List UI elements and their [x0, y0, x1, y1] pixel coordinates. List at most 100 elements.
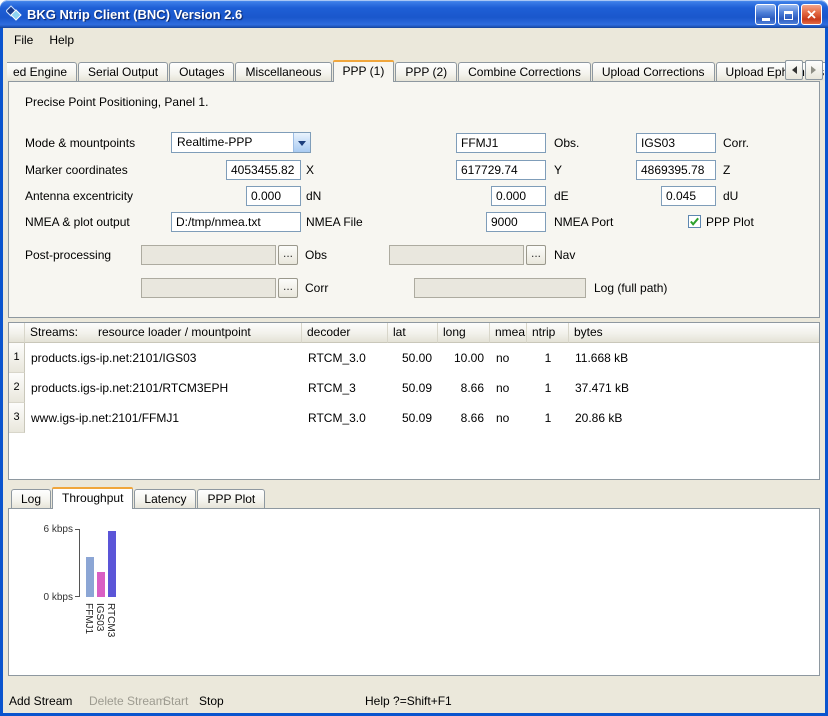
ppp-panel-1: Precise Point Positioning, Panel 1. Mode… — [8, 81, 820, 318]
bytes-column-header[interactable]: bytes — [569, 323, 819, 343]
x-axis-label-igs03: IGS03 — [94, 603, 105, 631]
tab-feed-engine[interactable]: ed Engine — [7, 62, 77, 81]
row-number-header: 3 — [9, 403, 25, 433]
tab-ppp-2[interactable]: PPP (2) — [395, 62, 457, 81]
post-nav-label: Nav — [554, 245, 575, 265]
lat-column-header[interactable]: lat — [388, 323, 438, 343]
minimize-button[interactable] — [755, 4, 776, 25]
chevron-down-icon — [298, 141, 306, 150]
table-row[interactable]: 2 products.igs-ip.net:2101/RTCM3EPH RTCM… — [9, 373, 819, 403]
decoder-column-header[interactable]: decoder — [302, 323, 388, 343]
ntrip-column-header[interactable]: ntrip — [527, 323, 569, 343]
nmea-port-field[interactable] — [486, 212, 546, 232]
post-corr-label: Corr — [305, 278, 328, 298]
decoder-cell: RTCM_3 — [302, 373, 388, 403]
du-label: dU — [723, 186, 738, 206]
add-stream-button[interactable]: Add Stream — [9, 694, 72, 708]
antenna-excentricity-label: Antenna excentricity — [25, 186, 133, 206]
tab-latency[interactable]: Latency — [134, 489, 196, 508]
main-tab-bar: ed Engine Serial Output Outages Miscella… — [3, 59, 825, 81]
ppp-plot-checkbox[interactable] — [688, 215, 701, 228]
x-axis-label-rtcm3: RTCM3 — [105, 603, 116, 637]
tab-combine-corrections[interactable]: Combine Corrections — [458, 62, 591, 81]
marker-y-field[interactable] — [456, 160, 546, 180]
corr-label: Corr. — [723, 133, 749, 153]
browse-corr-button[interactable]: ... — [278, 278, 298, 298]
title-bar[interactable]: BKG Ntrip Client (BNC) Version 2.6 — [0, 0, 828, 28]
antenna-dn-field[interactable] — [246, 186, 301, 206]
y-axis-tick-zero: 0 kbps — [27, 592, 73, 603]
post-nav-field — [389, 245, 524, 265]
tab-ppp-1[interactable]: PPP (1) — [333, 60, 395, 82]
post-log-label: Log (full path) — [594, 278, 667, 298]
antenna-du-field[interactable] — [661, 186, 716, 206]
y-axis-tick-max: 6 kbps — [27, 524, 73, 535]
ntrip-cell: 1 — [527, 373, 569, 403]
ntrip-cell: 1 — [527, 343, 569, 373]
menu-bar: File Help — [3, 28, 825, 52]
long-column-header[interactable]: long — [438, 323, 490, 343]
mode-combobox[interactable]: Realtime-PPP — [171, 132, 311, 153]
obs-label: Obs. — [554, 133, 579, 153]
mode-combobox-value: Realtime-PPP — [172, 133, 293, 152]
dn-label: dN — [306, 186, 321, 206]
mountpoint-cell: products.igs-ip.net:2101/IGS03 — [25, 343, 302, 373]
stop-button[interactable]: Stop — [199, 694, 224, 708]
lat-cell: 50.09 — [388, 373, 438, 403]
nmea-file-label: NMEA File — [306, 212, 363, 232]
mode-mountpoints-label: Mode & mountpoints — [25, 133, 135, 153]
nmea-column-header[interactable]: nmea — [490, 323, 527, 343]
marker-z-field[interactable] — [636, 160, 716, 180]
table-row[interactable]: 1 products.igs-ip.net:2101/IGS03 RTCM_3.… — [9, 343, 819, 373]
tab-upload-corrections[interactable]: Upload Corrections — [592, 62, 715, 81]
z-label: Z — [723, 160, 730, 180]
long-cell: 8.66 — [438, 403, 490, 433]
combobox-dropdown-button[interactable] — [293, 133, 310, 152]
row-number-header: 1 — [9, 343, 25, 373]
nmea-file-field[interactable] — [171, 212, 301, 232]
obs-mountpoint-field[interactable] — [456, 133, 546, 153]
start-button: Start — [163, 694, 188, 708]
tab-ppp-plot[interactable]: PPP Plot — [197, 489, 265, 508]
streams-header-label: Streams: — [30, 323, 78, 342]
mountpoint-cell: products.igs-ip.net:2101/RTCM3EPH — [25, 373, 302, 403]
post-obs-label: Obs — [305, 245, 327, 265]
lat-cell: 50.00 — [388, 343, 438, 373]
marker-x-field[interactable] — [226, 160, 301, 180]
ntrip-cell: 1 — [527, 403, 569, 433]
throughput-panel: 6 kbps 0 kbps FFMJ1 IGS03 RTCM3 — [8, 508, 820, 676]
tab-scroll-right-button[interactable] — [805, 60, 823, 80]
client-area: File Help ed Engine Serial Output Outage… — [3, 28, 825, 713]
close-button[interactable] — [801, 4, 822, 25]
tab-outages[interactable]: Outages — [169, 62, 234, 81]
antenna-de-field[interactable] — [491, 186, 546, 206]
mountpoint-cell: www.igs-ip.net:2101/FFMJ1 — [25, 403, 302, 433]
tab-serial-output[interactable]: Serial Output — [78, 62, 168, 81]
decoder-cell: RTCM_3.0 — [302, 403, 388, 433]
tab-miscellaneous[interactable]: Miscellaneous — [235, 62, 331, 81]
bar-ffmj1 — [86, 557, 94, 597]
corner-header-cell — [9, 323, 25, 343]
menu-help[interactable]: Help — [41, 30, 82, 50]
post-corr-field — [141, 278, 276, 298]
app-window: BKG Ntrip Client (BNC) Version 2.6 File … — [0, 0, 828, 716]
table-row[interactable]: 3 www.igs-ip.net:2101/FFMJ1 RTCM_3.0 50.… — [9, 403, 819, 433]
browse-obs-button[interactable]: ... — [278, 245, 298, 265]
bytes-cell: 11.668 kB — [569, 343, 819, 373]
nmea-cell: no — [490, 403, 527, 433]
post-processing-label: Post-processing — [25, 245, 111, 265]
maximize-button[interactable] — [778, 4, 799, 25]
tab-scroll-left-button[interactable] — [785, 60, 803, 80]
y-label: Y — [554, 160, 562, 180]
tab-throughput[interactable]: Throughput — [52, 487, 133, 509]
delete-stream-button: Delete Stream — [89, 694, 166, 708]
menu-file[interactable]: File — [6, 30, 41, 50]
nmea-cell: no — [490, 343, 527, 373]
bar-igs03 — [97, 572, 105, 597]
long-cell: 8.66 — [438, 373, 490, 403]
tab-log[interactable]: Log — [11, 489, 51, 508]
browse-nav-button[interactable]: ... — [526, 245, 546, 265]
corr-mountpoint-field[interactable] — [636, 133, 716, 153]
x-label: X — [306, 160, 314, 180]
mountpoint-column-header[interactable]: Streams: resource loader / mountpoint — [25, 323, 302, 343]
